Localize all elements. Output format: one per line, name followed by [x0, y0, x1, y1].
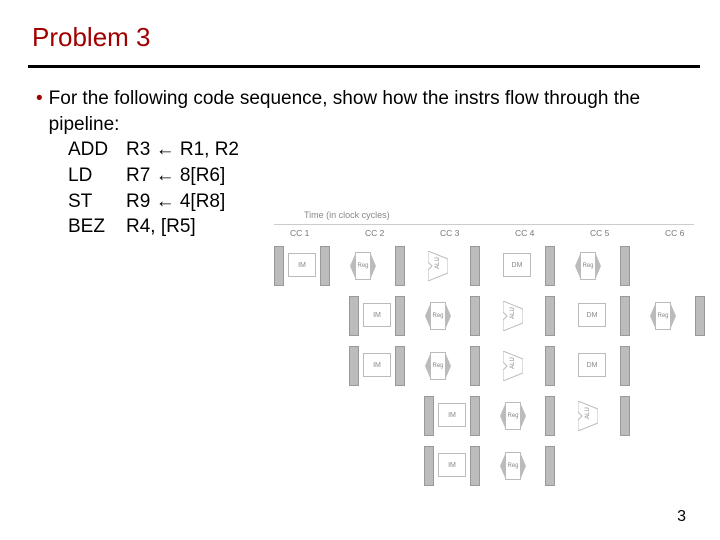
stage-reg: Reg — [425, 302, 451, 330]
stage-im: IM — [288, 253, 316, 277]
cc-label: CC 6 — [665, 228, 684, 238]
stage-label: Reg — [655, 302, 671, 330]
code-line: LD R7 ← 8[R6] — [68, 163, 692, 189]
pipeline-latch — [424, 396, 434, 436]
cc-label: CC 1 — [290, 228, 309, 238]
code-arg-post: 8[R6] — [175, 165, 226, 186]
pipeline-latch — [395, 246, 405, 286]
stage-label: Reg — [355, 252, 371, 280]
pipeline-latch — [545, 246, 555, 286]
pipeline-latch — [349, 346, 359, 386]
stage-alu: ALU — [503, 351, 523, 381]
stage-alu: ALU — [428, 251, 448, 281]
code-op: ST — [68, 189, 126, 215]
stage-label: ALU — [585, 406, 591, 420]
pipeline-latch — [545, 346, 555, 386]
title-divider — [28, 65, 700, 68]
stage-im: IM — [363, 353, 391, 377]
cc-label: CC 3 — [440, 228, 459, 238]
code-op: LD — [68, 163, 126, 189]
stage-label: Reg — [430, 302, 446, 330]
cc-label: CC 5 — [590, 228, 609, 238]
pipeline-latch — [620, 346, 630, 386]
code-arg-post: 4[R8] — [175, 191, 226, 212]
code-op: ADD — [68, 137, 126, 163]
pipeline-latch — [545, 296, 555, 336]
stage-label: ALU — [510, 356, 516, 370]
bullet-marker: • — [36, 86, 43, 137]
code-arg-pre: R7 — [126, 165, 156, 186]
pipeline-latch — [470, 346, 480, 386]
stage-reg: Reg — [575, 252, 601, 280]
stage-label: Reg — [505, 402, 521, 430]
stage-reg: Reg — [425, 352, 451, 380]
pipeline-latch — [349, 296, 359, 336]
slide-title: Problem 3 — [32, 22, 692, 53]
code-arg-pre: R9 — [126, 191, 156, 212]
stage-label: Reg — [505, 452, 521, 480]
stage-label: ALU — [435, 256, 441, 270]
stage-alu: ALU — [578, 401, 598, 431]
stage-im: IM — [363, 303, 391, 327]
pipeline-latch — [470, 446, 480, 486]
pipeline-latch — [320, 246, 330, 286]
cc-label: CC 4 — [515, 228, 534, 238]
pipeline-latch — [395, 296, 405, 336]
stage-dm: DM — [503, 253, 531, 277]
pipeline-latch — [545, 446, 555, 486]
pipeline-latch — [545, 396, 555, 436]
stage-alu: ALU — [503, 301, 523, 331]
pipeline-latch — [620, 396, 630, 436]
code-args: R3 ← R1, R2 — [126, 137, 239, 163]
pipeline-diagram: Time (in clock cycles) CC 1 CC 2 CC 3 CC… — [260, 210, 710, 500]
stage-label: Reg — [430, 352, 446, 380]
pipeline-latch — [424, 446, 434, 486]
code-args: R9 ← 4[R8] — [126, 189, 225, 215]
stage-dm: DM — [578, 353, 606, 377]
pipeline-latch — [620, 296, 630, 336]
pipeline-latch — [395, 346, 405, 386]
pipeline-latch — [470, 396, 480, 436]
code-args: R7 ← 8[R6] — [126, 163, 225, 189]
code-args: R4, [R5] — [126, 214, 196, 240]
cc-label: CC 2 — [365, 228, 384, 238]
stage-im: IM — [438, 403, 466, 427]
pipeline-latch — [470, 296, 480, 336]
stage-label: ALU — [510, 306, 516, 320]
arrow-icon: ← — [156, 191, 175, 212]
pipeline-latch — [470, 246, 480, 286]
diagram-caption: Time (in clock cycles) — [304, 210, 390, 220]
code-arg-pre: R3 — [126, 139, 156, 160]
stage-reg: Reg — [650, 302, 676, 330]
code-op: BEZ — [68, 214, 126, 240]
stage-reg: Reg — [350, 252, 376, 280]
stage-dm: DM — [578, 303, 606, 327]
stage-label: Reg — [580, 252, 596, 280]
pipeline-latch — [620, 246, 630, 286]
bullet-text: For the following code sequence, show ho… — [49, 86, 692, 137]
slide: Problem 3 • For the following code seque… — [0, 0, 720, 540]
code-line: ADD R3 ← R1, R2 — [68, 137, 692, 163]
cc-header-row: CC 1 CC 2 CC 3 CC 4 CC 5 CC 6 — [260, 228, 710, 240]
page-number: 3 — [677, 508, 686, 526]
diagram-timeline — [274, 224, 694, 225]
bullet-item: • For the following code sequence, show … — [36, 86, 692, 137]
pipeline-latch — [695, 296, 705, 336]
stage-im: IM — [438, 453, 466, 477]
arrow-icon: ← — [156, 165, 175, 186]
code-arg-post: R1, R2 — [175, 139, 239, 160]
pipeline-latch — [274, 246, 284, 286]
arrow-icon: ← — [156, 139, 175, 160]
stage-reg: Reg — [500, 452, 526, 480]
stage-reg: Reg — [500, 402, 526, 430]
